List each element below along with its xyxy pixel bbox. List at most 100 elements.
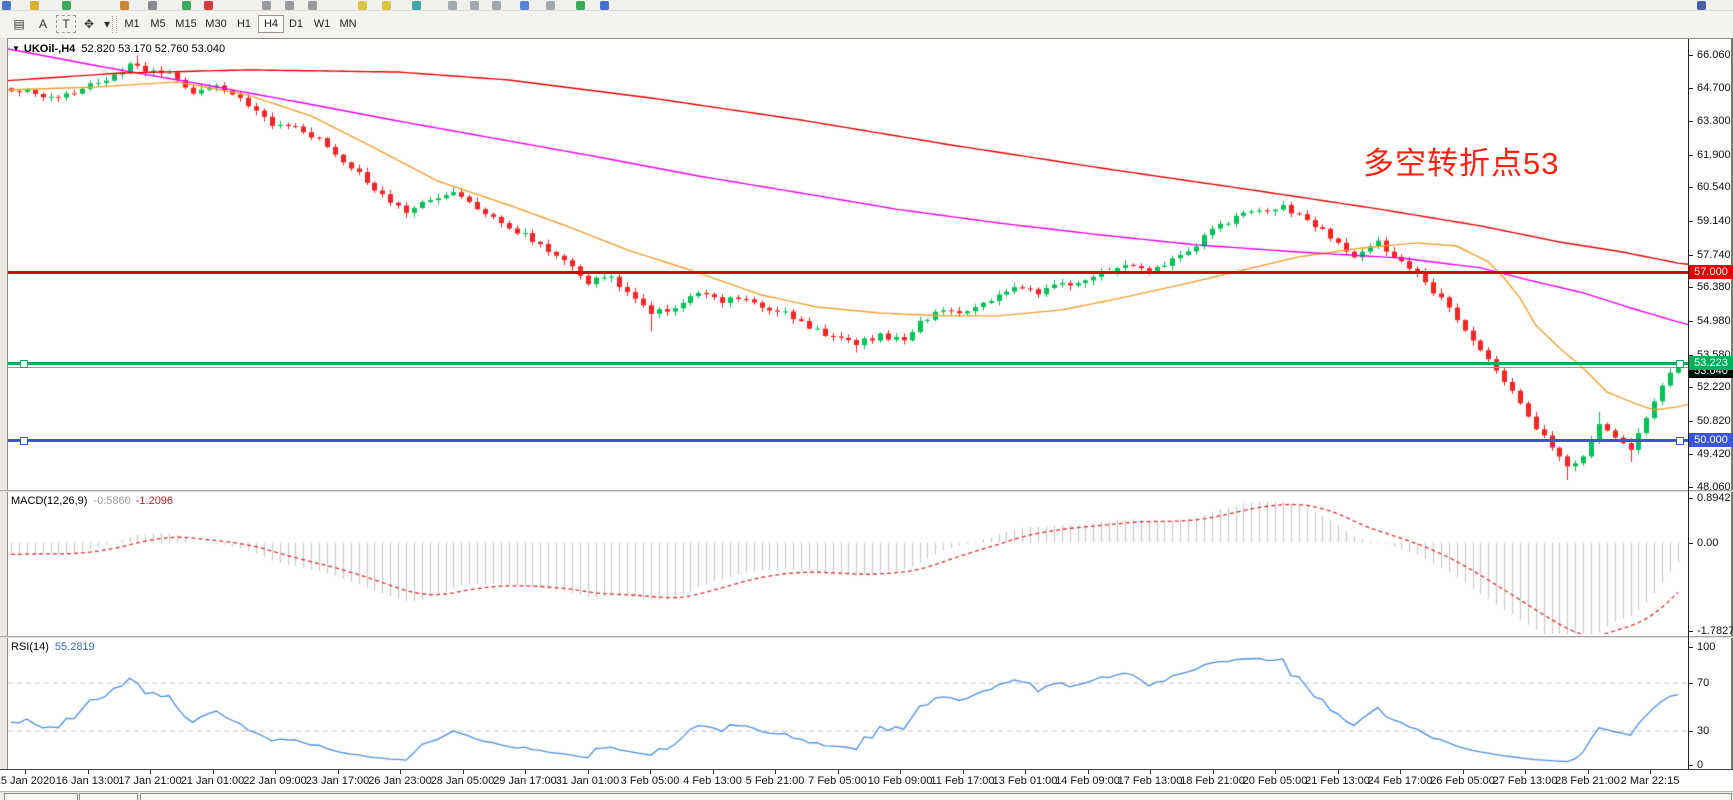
- main-toolbar: ▤ AT✥▾M1M5M15M30H1H4D1W1MN: [0, 11, 1733, 39]
- timeframe-button-m15[interactable]: M15: [172, 15, 200, 33]
- timeframe-button-m5[interactable]: M5: [146, 15, 170, 33]
- macd-scale-label: -1.7827: [1697, 625, 1733, 637]
- price-axis-tick: [1688, 55, 1693, 56]
- hline-53-223[interactable]: [8, 362, 1688, 365]
- new-order-icon[interactable]: [2, 1, 11, 10]
- price-axis-tick: [1688, 221, 1693, 222]
- price-axis-tick: [1688, 187, 1693, 188]
- font-tool-icon[interactable]: A: [34, 15, 52, 33]
- time-axis-tick: [1088, 770, 1089, 774]
- rsi-scale-tick: [1688, 683, 1693, 684]
- time-axis-tick: [1338, 770, 1339, 774]
- auto-scroll-icon[interactable]: [412, 1, 421, 10]
- time-axis-tick: [1150, 770, 1151, 774]
- chart-annotation-text[interactable]: 多空转折点53: [1363, 138, 1559, 183]
- timeframe-button-h1[interactable]: H1: [232, 15, 256, 33]
- time-axis-tick: [150, 770, 151, 774]
- hline-50-000-badge: 50.000: [1689, 433, 1733, 447]
- print-preview-icon[interactable]: [182, 1, 191, 10]
- periods-icon[interactable]: [492, 1, 501, 10]
- time-axis-tick: [963, 770, 964, 774]
- templates-menu-icon[interactable]: [520, 1, 529, 10]
- price-axis-tick: [1688, 155, 1693, 156]
- timeframe-button-d1[interactable]: D1: [284, 15, 308, 33]
- current-price-line: [8, 367, 1688, 368]
- time-axis-tick: [1213, 770, 1214, 774]
- price-axis-tick: [1688, 321, 1693, 322]
- timeframe-button-mn[interactable]: MN: [336, 15, 360, 33]
- chart-shift-icon[interactable]: [448, 1, 457, 10]
- globe-icon[interactable]: [600, 1, 609, 10]
- price-axis-tick: [1688, 121, 1693, 122]
- cursor-icon[interactable]: [546, 1, 555, 10]
- time-axis-tick: [88, 770, 89, 774]
- shapes-tool-icon[interactable]: ✥: [80, 15, 98, 33]
- time-axis-tick: [588, 770, 589, 774]
- chart-window-left-border: [0, 38, 8, 799]
- price-axis-label: 52.220: [1697, 381, 1731, 393]
- timeframe-button-h4[interactable]: H4: [258, 15, 284, 33]
- time-axis-tick: [213, 770, 214, 774]
- indicators-icon[interactable]: [470, 1, 479, 10]
- rsi-scale-label: 0: [1697, 759, 1703, 771]
- price-axis-tick: [1688, 387, 1693, 388]
- hline-50-000-handle-right[interactable]: [1676, 437, 1684, 445]
- time-axis-tick: [1588, 770, 1589, 774]
- price-axis-label: 54.980: [1697, 315, 1731, 327]
- time-axis-tick: [463, 770, 464, 774]
- zoom-out-icon[interactable]: [382, 1, 391, 10]
- timeframe-button-m30[interactable]: M30: [202, 15, 230, 33]
- candlestick-chart-icon[interactable]: [285, 1, 294, 10]
- price-axis-tick: [1688, 88, 1693, 89]
- navigator-icon[interactable]: [120, 1, 129, 10]
- macd-panel-label: MACD(12,26,9)-0.5860-1.2096: [11, 495, 173, 507]
- time-axis-tick: [1400, 770, 1401, 774]
- hline-57-000[interactable]: [8, 271, 1688, 274]
- price-axis-tick: [1688, 287, 1693, 288]
- price-axis-border: [1688, 39, 1689, 791]
- timeframe-button-w1[interactable]: W1: [310, 15, 334, 33]
- data-window-icon[interactable]: [62, 1, 71, 10]
- chart-dropdown-icon[interactable]: ▼: [12, 44, 20, 53]
- rsi-panel-label: RSI(14)55.2819: [11, 641, 95, 653]
- crosshair-icon[interactable]: [576, 1, 585, 10]
- hline-50-000-handle-left[interactable]: [20, 437, 28, 445]
- price-axis-label: 59.140: [1697, 215, 1731, 227]
- price-axis-label: 63.300: [1697, 115, 1731, 127]
- hline-57-000-badge: 57.000: [1689, 265, 1733, 279]
- help-icon[interactable]: [1697, 1, 1706, 10]
- time-axis-tick: [525, 770, 526, 774]
- price-axis-tick: [1688, 255, 1693, 256]
- hline-53-223-handle-right[interactable]: [1676, 360, 1684, 368]
- price-axis-label: 64.700: [1697, 82, 1731, 94]
- timeframe-button-m1[interactable]: M1: [120, 15, 144, 33]
- rsi-scale-label: 100: [1697, 641, 1715, 653]
- price-axis-label: 57.740: [1697, 249, 1731, 261]
- template-icon[interactable]: [204, 1, 213, 10]
- macd-signal-value: -1.2096: [136, 495, 173, 507]
- price-axis-tick: [1688, 454, 1693, 455]
- macd-scale-tick: [1688, 631, 1693, 632]
- price-axis-label: 49.420: [1697, 448, 1731, 460]
- price-axis-tick: [1688, 487, 1693, 488]
- hline-50-000[interactable]: [8, 439, 1688, 442]
- hline-53-223-badge: 53.223: [1689, 356, 1733, 370]
- zoom-in-icon[interactable]: [358, 1, 367, 10]
- time-axis-tick: [338, 770, 339, 774]
- text-label-tool-icon[interactable]: T: [56, 15, 76, 33]
- price-axis-label: 60.540: [1697, 181, 1731, 193]
- top-toolbar: [0, 0, 1733, 11]
- grid-tool-icon[interactable]: ▤: [10, 15, 28, 33]
- time-axis-tick: [838, 770, 839, 774]
- rsi-scale-tick: [1688, 647, 1693, 648]
- price-axis-label: 61.900: [1697, 149, 1731, 161]
- time-axis-tick: [400, 770, 401, 774]
- line-chart-icon[interactable]: [308, 1, 317, 10]
- shapes-dropdown-icon[interactable]: ▾: [98, 15, 116, 33]
- market-watch-icon[interactable]: [30, 1, 39, 10]
- time-axis-tick: [775, 770, 776, 774]
- print-icon[interactable]: [148, 1, 157, 10]
- hline-53-223-handle-left[interactable]: [20, 360, 28, 368]
- time-axis-tick: [275, 770, 276, 774]
- bar-chart-icon[interactable]: [262, 1, 271, 10]
